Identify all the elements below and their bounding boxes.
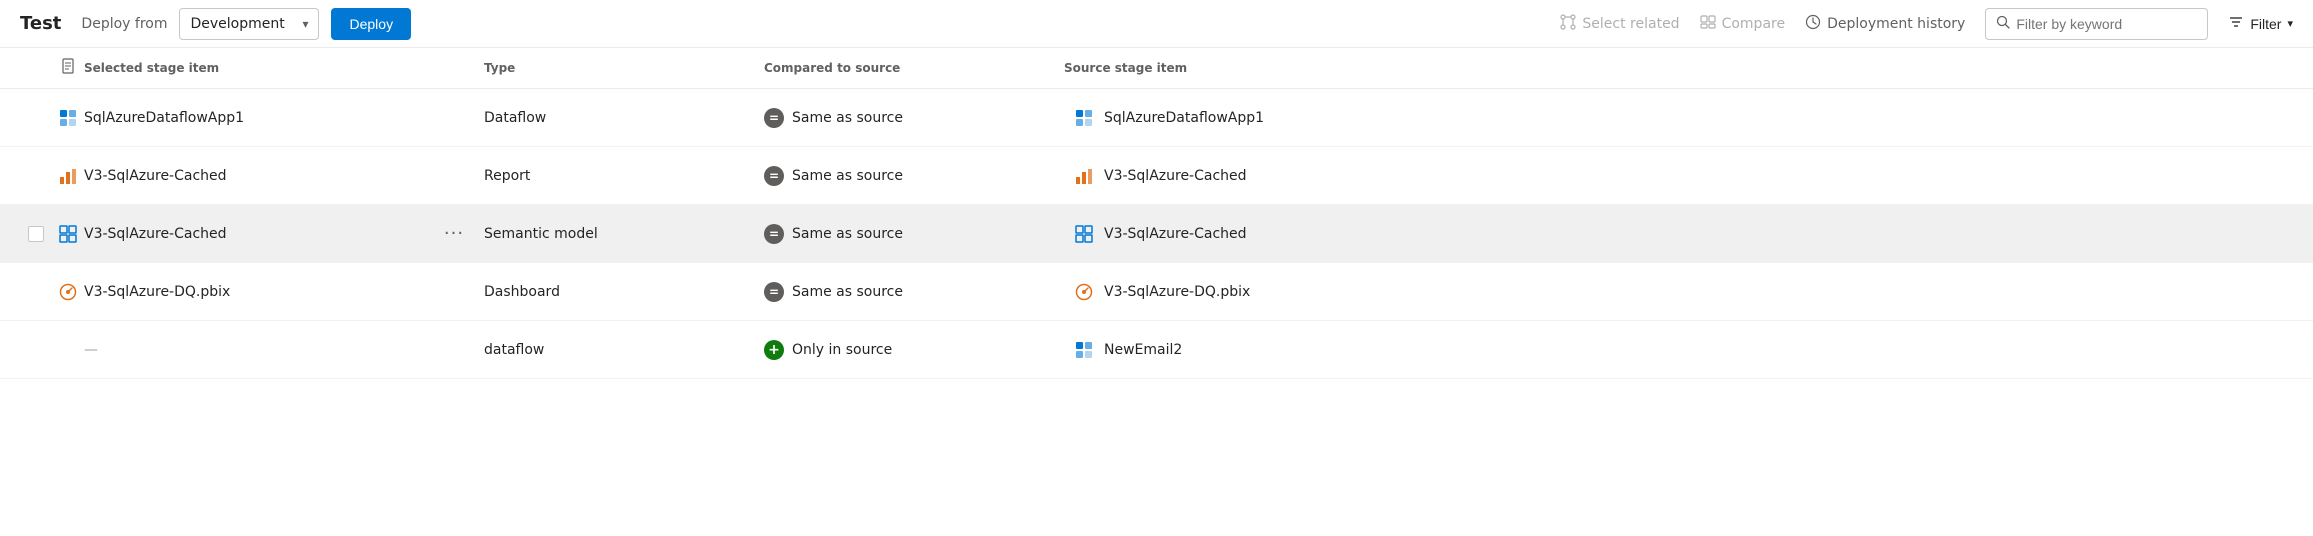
col-header-type: Type [484, 61, 764, 75]
row5-status-icon: + [764, 340, 784, 360]
row1-source-name: SqlAzureDataflowApp1 [1104, 110, 1404, 126]
search-icon [1996, 15, 2010, 33]
row5-source-icon [1064, 340, 1104, 360]
table-row[interactable]: SqlAzureDataflowApp1 Dataflow = Same as … [0, 89, 2313, 147]
table-row[interactable]: V3-SqlAzure-Cached Report = Same as sour… [0, 147, 2313, 205]
row4-source-name: V3-SqlAzure-DQ.pbix [1104, 284, 1404, 300]
row3-checkbox[interactable] [20, 226, 52, 242]
row4-item-icon [52, 282, 84, 302]
table-row[interactable]: — dataflow + Only in source NewEmail2 [0, 321, 2313, 379]
row3-source-name: V3-SqlAzure-Cached [1104, 226, 1404, 242]
row5-source-name: NewEmail2 [1104, 342, 1404, 358]
table-row[interactable]: V3-SqlAzure-DQ.pbix Dashboard = Same as … [0, 263, 2313, 321]
row3-more-button[interactable]: ··· [424, 223, 484, 244]
col-header-name: Selected stage item [84, 61, 424, 75]
row2-type: Report [484, 168, 764, 184]
filter-label: Filter [2250, 16, 2281, 32]
filter-chevron-icon: ▾ [2287, 17, 2293, 30]
filter-button[interactable]: Filter ▾ [2228, 14, 2293, 33]
row4-status-icon: = [764, 282, 784, 302]
chevron-down-icon: ▾ [302, 17, 308, 31]
table-row[interactable]: V3-SqlAzure-Cached ··· Semantic model = … [0, 205, 2313, 263]
filter-icon [2228, 14, 2244, 33]
row3-item-icon [52, 224, 84, 244]
row4-name: V3-SqlAzure-DQ.pbix [84, 284, 424, 300]
select-related-button[interactable]: Select related [1560, 14, 1679, 34]
row4-source-icon [1064, 282, 1104, 302]
compare-icon [1700, 14, 1716, 34]
row1-compared: = Same as source [764, 108, 1004, 128]
row1-source-icon [1064, 108, 1104, 128]
row3-checkbox-input[interactable] [28, 226, 44, 242]
deploy-from-select[interactable]: Development ▾ [179, 8, 319, 40]
row2-compared-label: Same as source [792, 168, 903, 184]
row2-source-name: V3-SqlAzure-Cached [1104, 168, 1404, 184]
col-header-compared: Compared to source [764, 61, 1004, 75]
select-related-icon [1560, 14, 1576, 34]
table-header: Selected stage item Type Compared to sou… [0, 48, 2313, 89]
search-input[interactable] [2016, 16, 2197, 32]
select-related-label: Select related [1582, 16, 1679, 32]
row1-item-icon [52, 108, 84, 128]
row5-compared-label: Only in source [792, 342, 892, 358]
row3-type: Semantic model [484, 226, 764, 242]
row1-compared-label: Same as source [792, 110, 903, 126]
row4-type: Dashboard [484, 284, 764, 300]
history-icon [1805, 14, 1821, 34]
row3-compared-label: Same as source [792, 226, 903, 242]
topbar-actions: Select related Compare Deployment hi [1560, 8, 2293, 40]
row1-type: Dataflow [484, 110, 764, 126]
row3-name: V3-SqlAzure-Cached [84, 226, 424, 242]
deployment-history-label: Deployment history [1827, 16, 1965, 32]
row3-source-icon [1064, 224, 1104, 244]
row1-name: SqlAzureDataflowApp1 [84, 110, 424, 126]
row4-compared-label: Same as source [792, 284, 903, 300]
row5-type: dataflow [484, 342, 764, 358]
row3-status-icon: = [764, 224, 784, 244]
topbar: Test Deploy from Development ▾ Deploy Se… [0, 0, 2313, 48]
row4-compared: = Same as source [764, 282, 1004, 302]
row2-source-icon [1064, 166, 1104, 186]
row2-name: V3-SqlAzure-Cached [84, 168, 424, 184]
col-header-source: Source stage item [1064, 61, 1404, 75]
deploy-from-label: Deploy from [81, 16, 167, 32]
deployment-history-button[interactable]: Deployment history [1805, 14, 1965, 34]
compare-label: Compare [1722, 16, 1786, 32]
row1-status-icon: = [764, 108, 784, 128]
row5-name: — [84, 342, 424, 358]
deploy-from-value: Development [190, 16, 294, 32]
row2-compared: = Same as source [764, 166, 1004, 186]
table-container: Selected stage item Type Compared to sou… [0, 48, 2313, 379]
search-box[interactable] [1985, 8, 2208, 40]
row2-status-icon: = [764, 166, 784, 186]
page-icon [60, 58, 76, 78]
compare-button[interactable]: Compare [1700, 14, 1786, 34]
deploy-button[interactable]: Deploy [331, 8, 411, 40]
page-title: Test [20, 13, 61, 34]
row5-compared: + Only in source [764, 340, 1004, 360]
row2-item-icon [52, 166, 84, 186]
row3-compared: = Same as source [764, 224, 1004, 244]
